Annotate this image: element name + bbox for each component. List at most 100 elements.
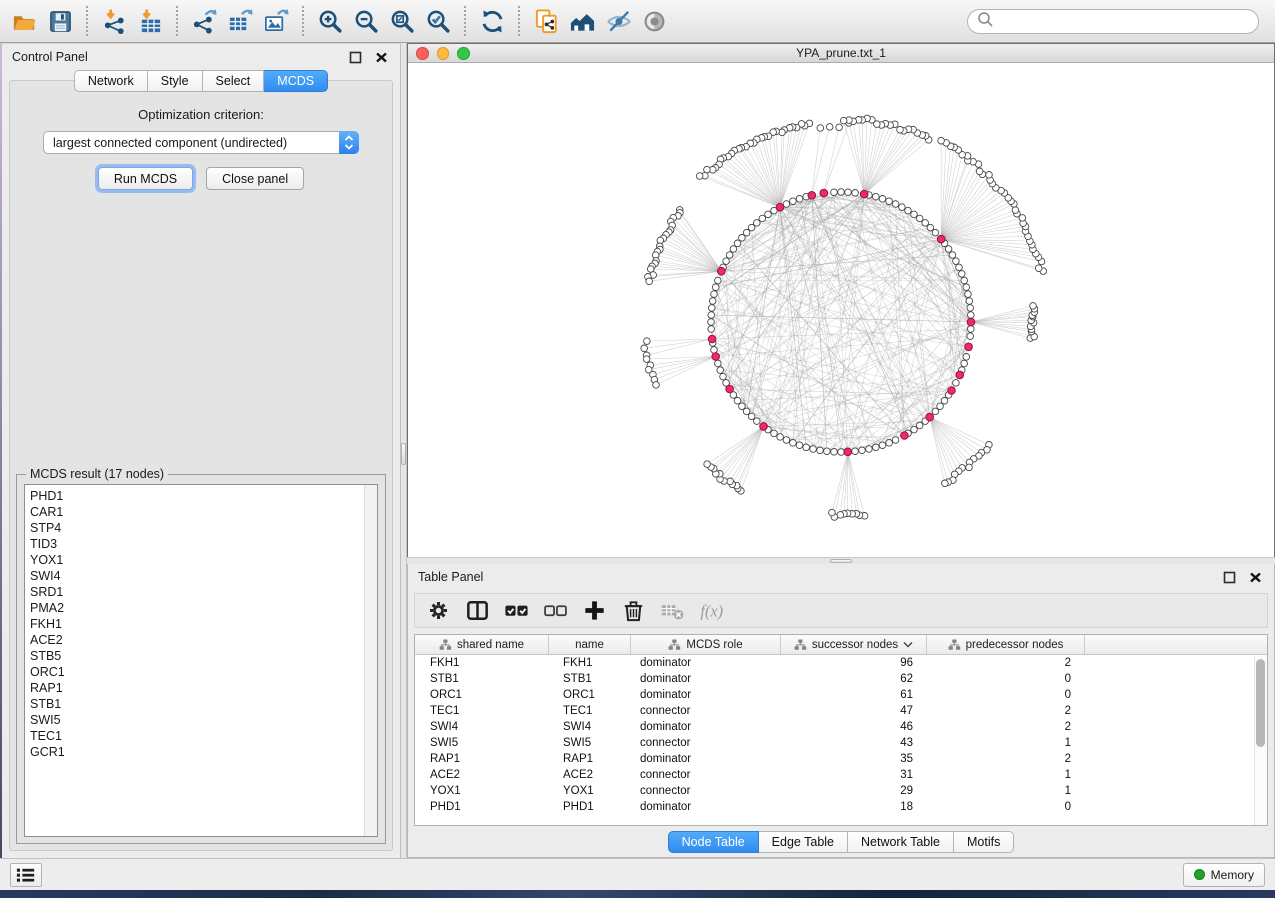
toolbar-save-button[interactable] bbox=[42, 4, 78, 38]
mcds-result-item[interactable]: PMA2 bbox=[30, 600, 364, 616]
mcds-result-item[interactable]: SWI4 bbox=[30, 568, 364, 584]
graph-node[interactable] bbox=[927, 224, 934, 231]
graph-node[interactable] bbox=[873, 444, 880, 451]
column-header-successor-nodes[interactable]: successor nodes bbox=[781, 635, 927, 654]
search-box[interactable] bbox=[967, 9, 1259, 34]
graph-hub-node-mcds[interactable] bbox=[820, 189, 828, 197]
table-toolbar-show-columns-icon[interactable] bbox=[462, 596, 492, 626]
graph-node[interactable] bbox=[790, 198, 797, 205]
maximize-window-icon[interactable] bbox=[457, 47, 470, 60]
memory-button[interactable]: Memory bbox=[1183, 863, 1265, 887]
graph-node[interactable] bbox=[932, 408, 939, 415]
mcds-result-item[interactable]: FKH1 bbox=[30, 616, 364, 632]
toolbar-new-network-from-selection-button[interactable] bbox=[528, 4, 564, 38]
column-header-MCDS-role[interactable]: MCDS role bbox=[631, 635, 781, 654]
graph-node[interactable] bbox=[938, 137, 945, 144]
tab-network[interactable]: Network bbox=[74, 70, 148, 92]
graph-node[interactable] bbox=[945, 246, 952, 253]
graph-node[interactable] bbox=[937, 403, 944, 410]
horizontal-splitter[interactable] bbox=[407, 557, 1275, 564]
graph-node[interactable] bbox=[1035, 265, 1042, 272]
table-scrollbar-thumb[interactable] bbox=[1256, 659, 1265, 747]
graph-node[interactable] bbox=[916, 215, 923, 222]
close-panel-icon[interactable] bbox=[372, 49, 390, 65]
graph-node[interactable] bbox=[817, 125, 824, 132]
graph-node[interactable] bbox=[817, 447, 824, 454]
graph-node[interactable] bbox=[754, 418, 761, 425]
graph-node[interactable] bbox=[831, 189, 838, 196]
mcds-result-item[interactable]: SWI5 bbox=[30, 712, 364, 728]
mcds-result-item[interactable]: CAR1 bbox=[30, 504, 364, 520]
graph-node[interactable] bbox=[965, 291, 972, 298]
graph-node[interactable] bbox=[644, 338, 651, 345]
graph-hub-node-mcds[interactable] bbox=[844, 448, 852, 456]
graph-node[interactable] bbox=[899, 204, 906, 211]
toolbar-zoom-selected-button[interactable] bbox=[420, 4, 456, 38]
table-row[interactable]: SWI4SWI4dominator462 bbox=[415, 719, 1267, 735]
toolbar-zoom-fit-button[interactable] bbox=[384, 4, 420, 38]
graph-node[interactable] bbox=[845, 189, 852, 196]
network-canvas[interactable] bbox=[408, 63, 1274, 561]
toolbar-zoom-out-button[interactable] bbox=[348, 4, 384, 38]
toolbar-first-neighbors-button[interactable] bbox=[564, 4, 600, 38]
mcds-result-item[interactable]: SRD1 bbox=[30, 584, 364, 600]
vertical-splitter[interactable] bbox=[401, 43, 407, 858]
graph-node[interactable] bbox=[892, 437, 899, 444]
graph-node[interactable] bbox=[922, 220, 929, 227]
graph-node[interactable] bbox=[873, 193, 880, 200]
toolbar-hide-selected-button[interactable] bbox=[600, 4, 636, 38]
graph-hub-node-mcds[interactable] bbox=[956, 371, 964, 379]
graph-hub-node-mcds[interactable] bbox=[708, 335, 716, 343]
graph-node[interactable] bbox=[932, 229, 939, 236]
mcds-result-item[interactable]: STB1 bbox=[30, 696, 364, 712]
mcds-result-item[interactable]: ACE2 bbox=[30, 632, 364, 648]
graph-node[interactable] bbox=[754, 220, 761, 227]
table-row[interactable]: PHD1PHD1dominator180 bbox=[415, 799, 1267, 815]
close-panel-button[interactable]: Close panel bbox=[206, 167, 304, 190]
graph-node[interactable] bbox=[641, 345, 648, 352]
graph-node[interactable] bbox=[831, 449, 838, 456]
graph-node[interactable] bbox=[709, 305, 716, 312]
graph-node[interactable] bbox=[739, 403, 746, 410]
graph-node[interactable] bbox=[1030, 303, 1037, 310]
mcds-result-item[interactable]: STP4 bbox=[30, 520, 364, 536]
column-header-predecessor-nodes[interactable]: predecessor nodes bbox=[927, 635, 1085, 654]
search-input[interactable] bbox=[999, 14, 1249, 28]
graph-node[interactable] bbox=[715, 360, 722, 367]
graph-node[interactable] bbox=[708, 326, 715, 333]
graph-node[interactable] bbox=[643, 356, 650, 363]
graph-node[interactable] bbox=[986, 172, 993, 179]
table-row[interactable]: YOX1YOX1connector291 bbox=[415, 783, 1267, 799]
graph-node[interactable] bbox=[1012, 207, 1019, 214]
close-panel-icon[interactable] bbox=[1246, 569, 1264, 585]
graph-node[interactable] bbox=[967, 305, 974, 312]
graph-node[interactable] bbox=[759, 215, 766, 222]
graph-node[interactable] bbox=[826, 124, 833, 131]
graph-node[interactable] bbox=[840, 117, 847, 124]
graph-node[interactable] bbox=[966, 464, 973, 471]
graph-node[interactable] bbox=[743, 408, 750, 415]
splitter-handle[interactable] bbox=[401, 443, 406, 465]
graph-hub-node-mcds[interactable] bbox=[937, 235, 945, 243]
graph-node[interactable] bbox=[743, 229, 750, 236]
table-toolbar-deselect-all-icon[interactable] bbox=[540, 596, 570, 626]
graph-node[interactable] bbox=[949, 252, 956, 259]
table-scrollbar[interactable] bbox=[1254, 656, 1267, 825]
graph-hub-node-mcds[interactable] bbox=[808, 192, 816, 200]
graph-hub-node-mcds[interactable] bbox=[726, 385, 734, 393]
graph-node[interactable] bbox=[866, 446, 873, 453]
table-toolbar-select-all-icon[interactable] bbox=[501, 596, 531, 626]
graph-node[interactable] bbox=[968, 312, 975, 319]
graph-node[interactable] bbox=[739, 235, 746, 242]
run-mcds-button[interactable]: Run MCDS bbox=[98, 167, 193, 190]
mcds-result-item[interactable]: YOX1 bbox=[30, 552, 364, 568]
graph-node[interactable] bbox=[824, 448, 831, 455]
graph-node[interactable] bbox=[803, 444, 810, 451]
graph-hub-node-mcds[interactable] bbox=[760, 423, 768, 431]
graph-node[interactable] bbox=[976, 168, 983, 175]
graph-node[interactable] bbox=[879, 196, 886, 203]
table-row[interactable]: ACE2ACE2connector311 bbox=[415, 767, 1267, 783]
graph-node[interactable] bbox=[911, 211, 918, 218]
graph-node[interactable] bbox=[905, 207, 912, 214]
graph-node[interactable] bbox=[967, 333, 974, 340]
